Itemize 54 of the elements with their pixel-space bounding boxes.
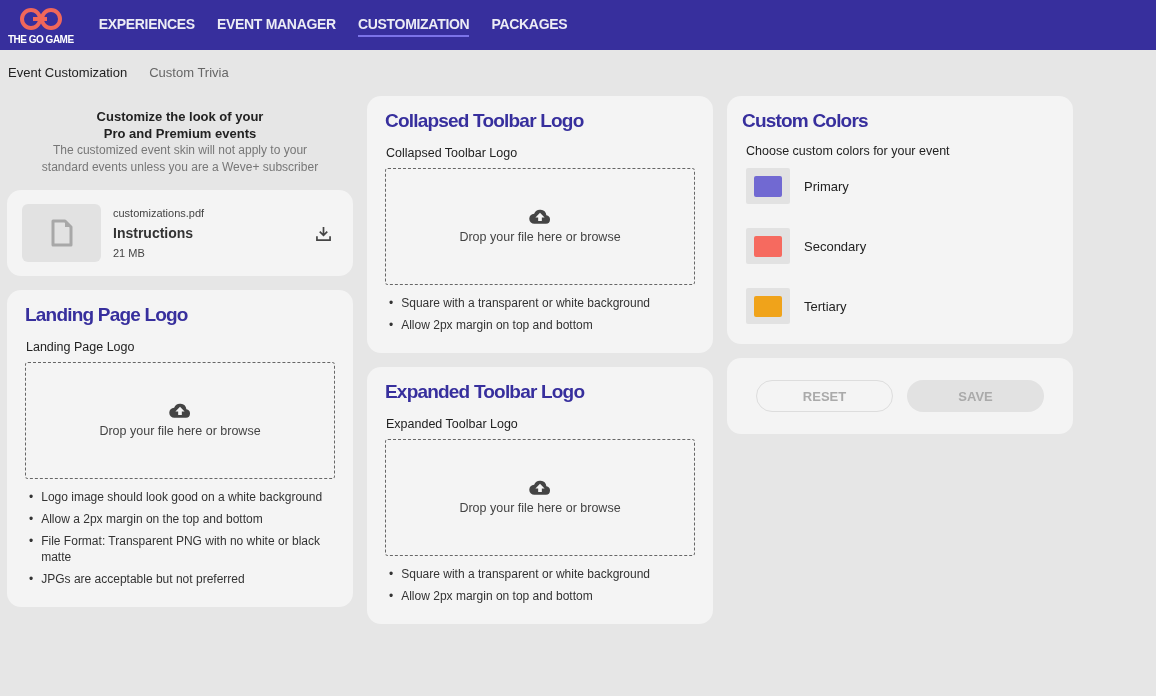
tip-text: Allow a 2px margin on the top and bottom	[41, 511, 263, 527]
card-title: Collapsed Toolbar Logo	[385, 110, 585, 132]
color-picker[interactable]	[746, 168, 790, 204]
download-icon[interactable]	[316, 225, 331, 241]
tip-text: Logo image should look good on a white background	[41, 489, 323, 505]
tip-text: Square with a transparent or white background	[401, 566, 650, 582]
dropzone-text: Drop your file here or browse	[99, 424, 261, 438]
nav-tab[interactable]: PACKAGES	[491, 13, 568, 37]
bullet-mark: •	[29, 511, 34, 527]
card-title: Custom Colors	[742, 110, 869, 132]
color-label: Primary	[804, 178, 849, 194]
bullet-mark: •	[29, 533, 34, 550]
cloud-upload-icon	[529, 480, 551, 495]
bullet-mark: •	[29, 571, 34, 587]
color-label: Tertiary	[804, 298, 847, 314]
card-title: Expanded Toolbar Logo	[385, 381, 586, 403]
brand-name: THE GO GAME	[8, 33, 74, 45]
document-icon	[49, 219, 74, 247]
cloud-upload-icon	[529, 209, 551, 224]
attachment-title: Instructions	[113, 225, 195, 241]
tip-text: File Format: Transparent PNG with no white or black matte	[41, 533, 321, 565]
color-picker[interactable]	[746, 288, 790, 324]
colors-subtitle: Choose custom colors for your event	[746, 144, 951, 158]
tip-text: Allow 2px margin on top and bottom	[401, 317, 593, 333]
tip-text: JPGs are acceptable but not preferred	[41, 571, 245, 587]
cloud-upload-icon	[169, 403, 191, 418]
subnav-tab[interactable]: Event Customization	[8, 65, 128, 81]
bullet-mark: •	[29, 489, 34, 505]
intro-title: Customize the look of your Pro and Premium events	[95, 108, 265, 142]
intro-note: The customized event skin will not apply to your standard events unless you are a Weve+ subscriber	[40, 142, 320, 176]
nav-tab[interactable]: EXPERIENCES	[98, 13, 195, 37]
color-picker[interactable]	[746, 228, 790, 264]
bullet-mark: •	[389, 588, 394, 604]
logo-icon	[18, 5, 63, 32]
file-dropzone[interactable]: Drop your file here or browse	[385, 168, 695, 285]
card-title: Landing Page Logo	[25, 304, 189, 326]
file-size: 21 MB	[113, 247, 146, 259]
tip-text: Square with a transparent or white background	[401, 295, 650, 311]
tip-text: Allow 2px margin on top and bottom	[401, 588, 593, 604]
file-dropzone[interactable]: Drop your file here or browse	[385, 439, 695, 556]
bullet-mark: •	[389, 295, 394, 311]
dropzone-text: Drop your file here or browse	[459, 230, 621, 244]
field-label: Expanded Toolbar Logo	[385, 417, 519, 431]
field-label: Collapsed Toolbar Logo	[385, 146, 519, 160]
nav-tab[interactable]: CUSTOMIZATION	[357, 13, 470, 37]
file-dropzone[interactable]: Drop your file here or browse	[25, 362, 335, 479]
dropzone-text: Drop your file here or browse	[459, 501, 621, 515]
file-name: customizations.pdf	[113, 207, 206, 219]
bullet-mark: •	[389, 566, 394, 582]
subnav-tab[interactable]: Custom Trivia	[149, 65, 229, 81]
bullet-mark: •	[389, 317, 394, 333]
nav-tab[interactable]: EVENT MANAGER	[216, 13, 336, 37]
field-label: Landing Page Logo	[25, 340, 136, 354]
color-label: Secondary	[804, 238, 867, 254]
